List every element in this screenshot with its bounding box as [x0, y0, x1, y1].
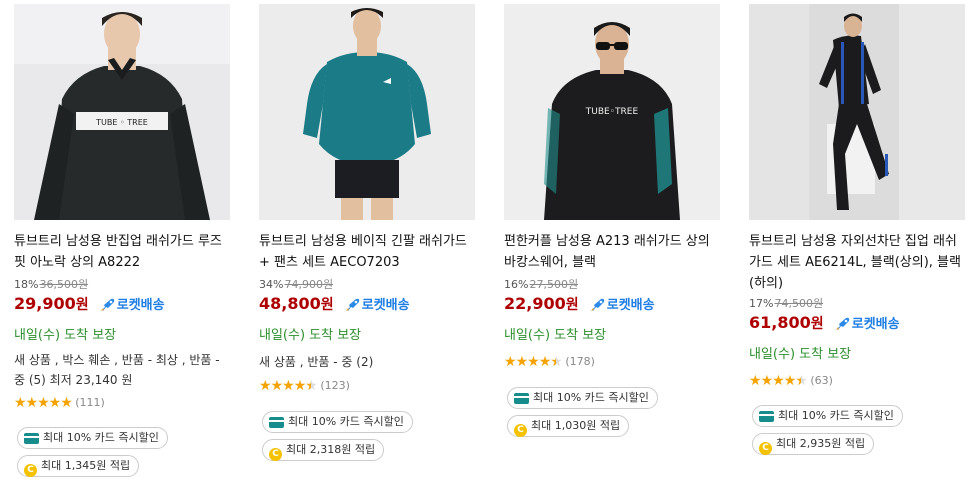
sale-price: 48,800	[259, 294, 321, 313]
rating: ★★★★★ (123)	[259, 378, 350, 394]
sale-price: 61,800	[749, 313, 811, 332]
product-image[interactable]: TUBE ◦ TREE	[14, 4, 230, 220]
price-row: 61,800원 로켓배송	[749, 313, 900, 333]
credit-card-icon	[24, 433, 39, 444]
coin-icon: C	[759, 442, 772, 455]
product-image[interactable]: TUBE◦TREE	[504, 4, 720, 220]
rating: ★★★★★ (178)	[504, 354, 595, 370]
rocket-icon	[590, 298, 604, 311]
svg-text:TUBE◦TREE: TUBE◦TREE	[585, 107, 639, 117]
reward-badge: C 최대 1,345원 적립	[17, 455, 140, 477]
price-row: 22,900원 로켓배송	[504, 294, 655, 314]
credit-card-icon	[269, 417, 284, 428]
product-options[interactable]: 새 상품 , 반품 - 중 (2)	[259, 352, 474, 372]
rating: ★★★★★ (111)	[14, 395, 105, 411]
card-discount-badge: 최대 10% 카드 즉시할인	[262, 411, 413, 433]
original-price: 27,500원	[529, 278, 579, 291]
product-title[interactable]: 편한커플 남성용 A213 래쉬가드 상의 바캉스웨어, 블랙	[504, 231, 719, 273]
arrival-guarantee: 내일(수) 도착 보장	[14, 328, 117, 343]
review-count: (178)	[565, 355, 595, 368]
sale-price: 29,900	[14, 294, 76, 313]
arrival-guarantee: 내일(수) 도착 보장	[749, 347, 852, 362]
review-count: (111)	[75, 396, 105, 409]
rocket-icon	[100, 298, 114, 311]
discount-rate: 18%	[14, 278, 39, 291]
rocket-delivery-badge: 로켓배송	[590, 296, 655, 316]
product-image[interactable]	[749, 4, 965, 220]
price-row: 48,800원 로켓배송	[259, 294, 410, 314]
currency-unit: 원	[810, 316, 824, 332]
discount-row: 17%74,500원	[749, 296, 823, 312]
review-count: (123)	[320, 379, 350, 392]
product-image[interactable]	[259, 4, 475, 220]
sale-price: 22,900	[504, 294, 566, 313]
discount-rate: 17%	[749, 297, 774, 310]
review-count: (63)	[810, 374, 833, 387]
discount-row: 34%74,900원	[259, 277, 333, 293]
star-rating: ★★★★★	[749, 373, 808, 389]
credit-card-icon	[759, 411, 774, 422]
star-rating: ★★★★★	[259, 378, 318, 394]
product-options[interactable]: 새 상품 , 박스 훼손 , 반품 - 최상 , 반품 - 중 (5) 최저 2…	[14, 350, 229, 390]
currency-unit: 원	[565, 297, 579, 313]
card-discount-badge: 최대 10% 카드 즉시할인	[507, 387, 658, 409]
discount-rate: 34%	[259, 278, 284, 291]
currency-unit: 원	[320, 297, 334, 313]
discount-rate: 16%	[504, 278, 529, 291]
arrival-guarantee: 내일(수) 도착 보장	[504, 328, 607, 343]
reward-badge: C 최대 2,318원 적립	[262, 439, 385, 461]
rocket-delivery-badge: 로켓배송	[835, 315, 900, 335]
discount-row: 16%27,500원	[504, 277, 578, 293]
rocket-icon	[835, 317, 849, 330]
original-price: 74,900원	[284, 278, 334, 291]
arrival-guarantee: 내일(수) 도착 보장	[259, 328, 362, 343]
coin-icon: C	[24, 464, 37, 477]
rocket-delivery-badge: 로켓배송	[100, 296, 165, 316]
product-title[interactable]: 튜브트리 남성용 베이직 긴팔 래쉬가드 + 팬츠 세트 AECO7203	[259, 231, 474, 273]
rating: ★★★★★ (63)	[749, 373, 833, 389]
currency-unit: 원	[75, 297, 89, 313]
rocket-delivery-badge: 로켓배송	[345, 296, 410, 316]
star-rating: ★★★★★	[504, 354, 563, 370]
credit-card-icon	[514, 393, 529, 404]
rocket-icon	[345, 298, 359, 311]
star-rating: ★★★★★	[14, 395, 73, 411]
reward-badge: C 최대 1,030원 적립	[507, 415, 630, 437]
card-discount-badge: 최대 10% 카드 즉시할인	[17, 427, 168, 449]
coin-icon: C	[269, 448, 282, 461]
price-row: 29,900원 로켓배송	[14, 294, 165, 314]
discount-row: 18%36,500원	[14, 277, 88, 293]
card-discount-badge: 최대 10% 카드 즉시할인	[752, 405, 903, 427]
product-title[interactable]: 튜브트리 남성용 자외선차단 집업 래쉬가드 세트 AE6214L, 블랙(상의…	[749, 231, 964, 294]
reward-badge: C 최대 2,935원 적립	[752, 433, 875, 455]
product-title[interactable]: 튜브트리 남성용 반집업 래쉬가드 루즈핏 아노락 상의 A8222	[14, 231, 229, 273]
svg-text:TUBE ◦ TREE: TUBE ◦ TREE	[95, 118, 148, 127]
original-price: 36,500원	[39, 278, 89, 291]
coin-icon: C	[514, 424, 527, 437]
original-price: 74,500원	[774, 297, 824, 310]
